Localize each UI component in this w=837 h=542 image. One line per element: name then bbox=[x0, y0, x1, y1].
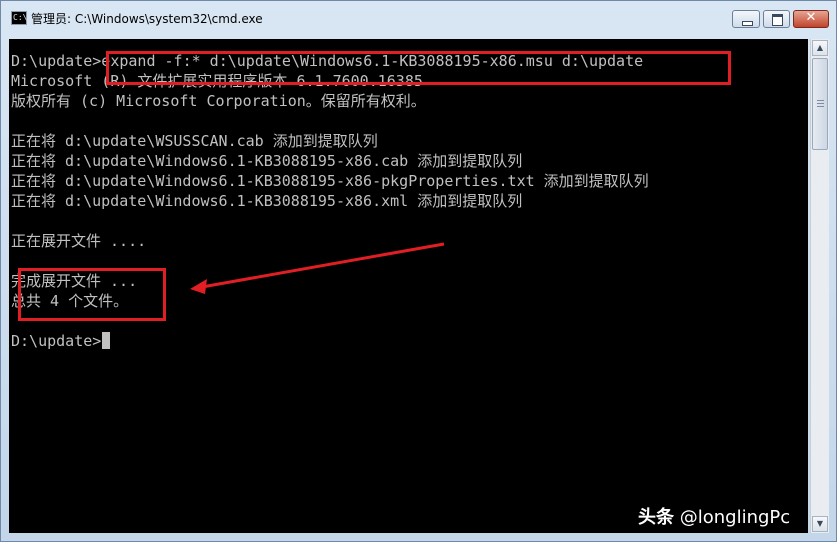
annotation-arrow bbox=[190, 242, 445, 294]
arrow-shaft bbox=[201, 242, 445, 289]
arrow-head bbox=[190, 279, 207, 294]
watermark-brand: 头条 bbox=[638, 507, 674, 528]
watermark-handle: @longlingPc bbox=[679, 507, 791, 528]
watermark: 头条 @longlingPc bbox=[638, 503, 790, 529]
